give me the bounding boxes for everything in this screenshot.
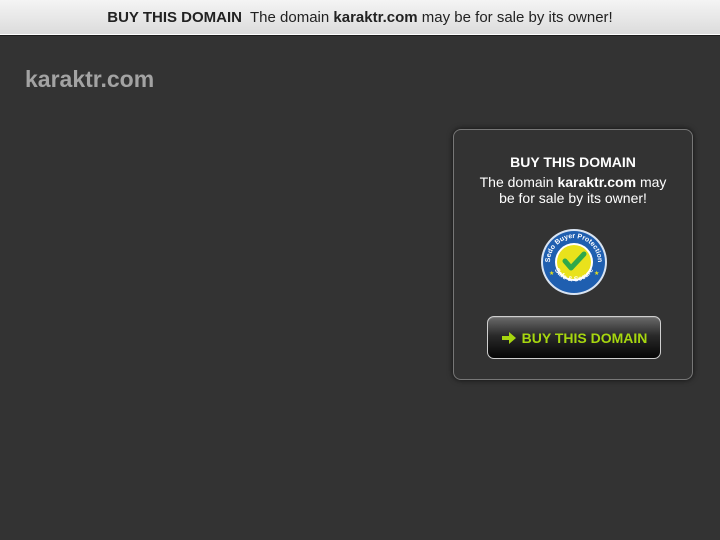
top-banner: BUY THIS DOMAIN The domain karaktr.com m… (0, 0, 720, 35)
top-banner-text-before: The domain (250, 8, 330, 26)
top-banner-domain: karaktr.com (333, 8, 418, 26)
top-banner-buy-label[interactable]: BUY THIS DOMAIN (107, 9, 242, 26)
sedo-buyer-protection-seal-icon: Sedo Buyer Protection Safe & Secure ★ ★ (540, 228, 608, 296)
seal-star-left: ★ (549, 270, 554, 277)
panel-text-before: The domain (479, 174, 554, 190)
arrow-right-icon (501, 331, 517, 345)
top-banner-text-after: may be for sale by its owner! (421, 8, 613, 26)
panel-heading: BUY THIS DOMAIN (510, 154, 636, 170)
buy-domain-button-label: BUY THIS DOMAIN (521, 329, 648, 346)
buy-domain-button[interactable]: BUY THIS DOMAIN (487, 316, 661, 359)
buy-domain-panel: BUY THIS DOMAIN The domain karaktr.com m… (453, 129, 693, 380)
panel-text: The domain karaktr.com may be for sale b… (474, 174, 672, 206)
site-title: karaktr.com (25, 66, 155, 92)
panel-domain: karaktr.com (557, 174, 637, 190)
seal-star-right: ★ (594, 270, 599, 277)
